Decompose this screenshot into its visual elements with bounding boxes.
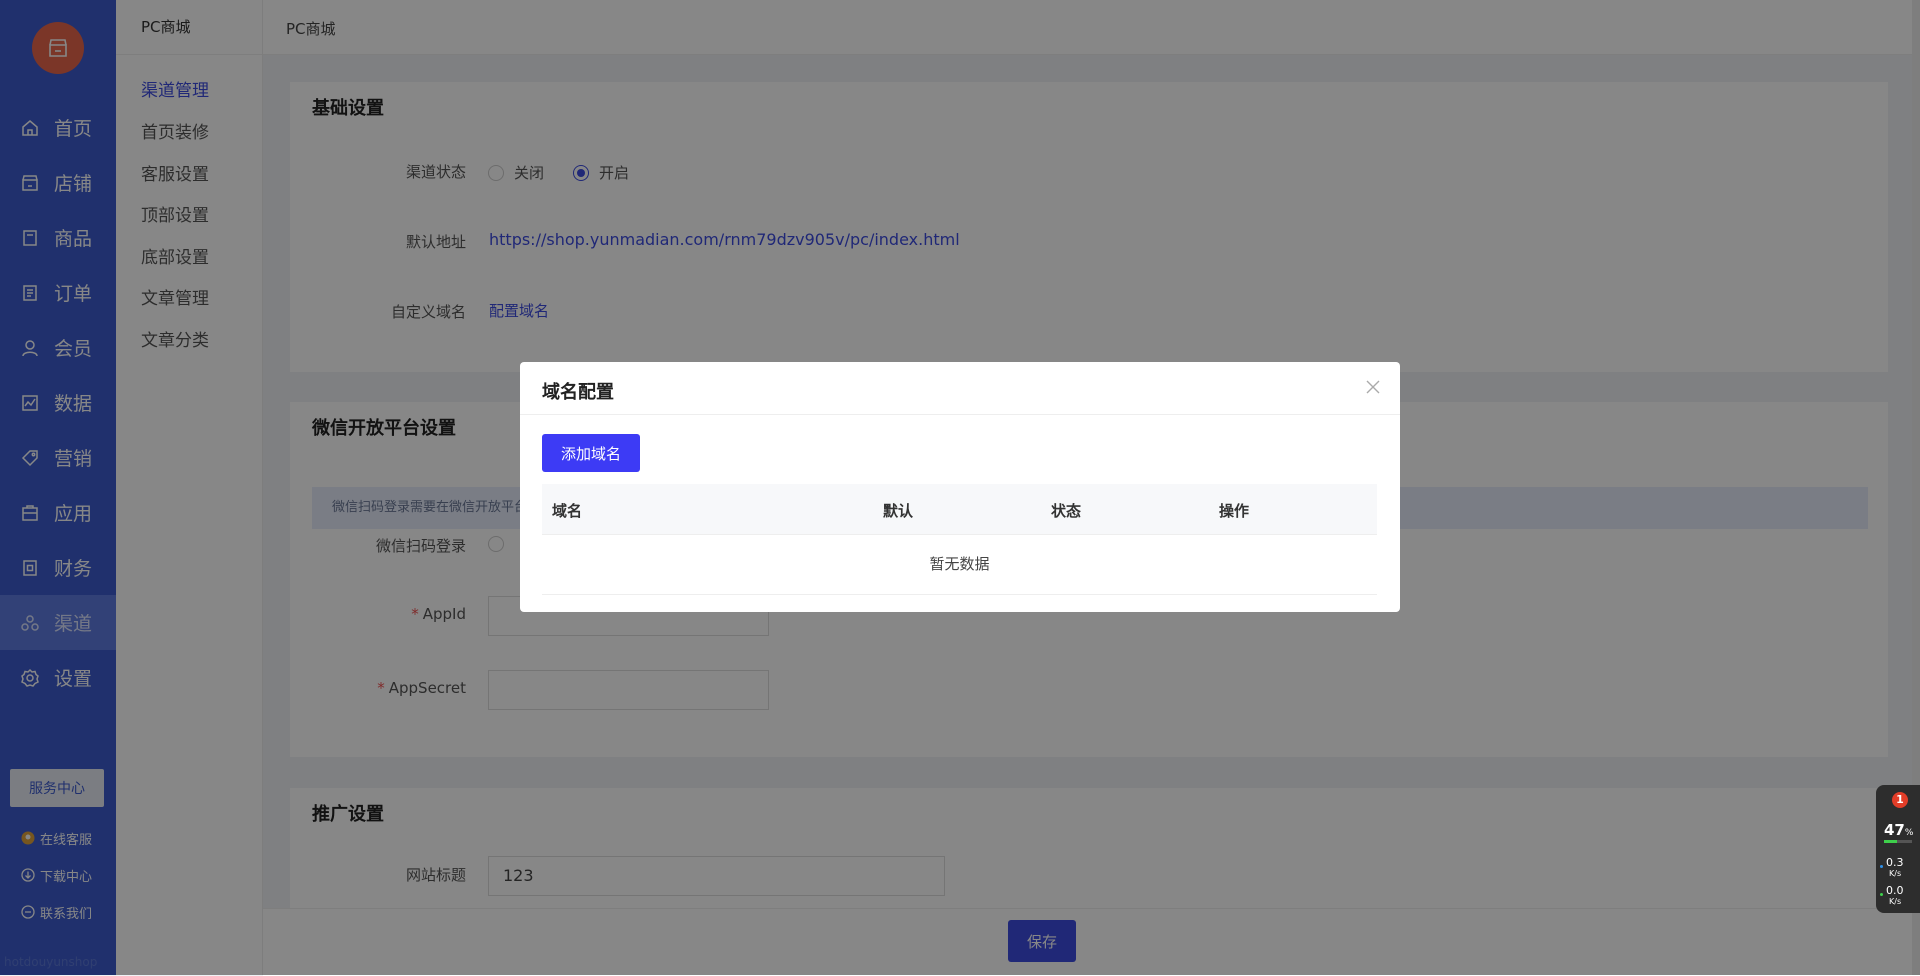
upload-speed: 0.3 K/s xyxy=(1886,856,1904,878)
download-indicator-icon xyxy=(1880,893,1883,896)
system-monitor-widget[interactable]: 1 47% 0.3 K/s 0.0 K/s xyxy=(1876,785,1920,913)
close-icon xyxy=(1366,380,1380,394)
column-header-default: 默认 xyxy=(883,502,914,520)
upload-indicator-icon xyxy=(1880,865,1883,868)
cpu-usage-fill xyxy=(1884,840,1898,843)
cpu-usage-bar xyxy=(1884,840,1912,843)
cpu-usage: 47% xyxy=(1884,821,1914,839)
table-empty-state: 暂无数据 xyxy=(542,534,1377,595)
dialog-header: 域名配置 xyxy=(520,362,1400,415)
table-header: 域名 默认 状态 操作 xyxy=(542,484,1377,535)
notification-badge: 1 xyxy=(1892,792,1908,808)
close-button[interactable] xyxy=(1362,376,1384,398)
column-header-status: 状态 xyxy=(1051,502,1082,520)
dialog-title: 域名配置 xyxy=(542,382,614,403)
add-domain-button[interactable]: 添加域名 xyxy=(542,434,640,472)
domain-config-dialog: 域名配置 添加域名 域名 默认 状态 操作 暂无数据 xyxy=(520,362,1400,612)
column-header-action: 操作 xyxy=(1219,502,1250,520)
download-speed: 0.0 K/s xyxy=(1886,884,1904,906)
column-header-domain: 域名 xyxy=(552,502,583,520)
